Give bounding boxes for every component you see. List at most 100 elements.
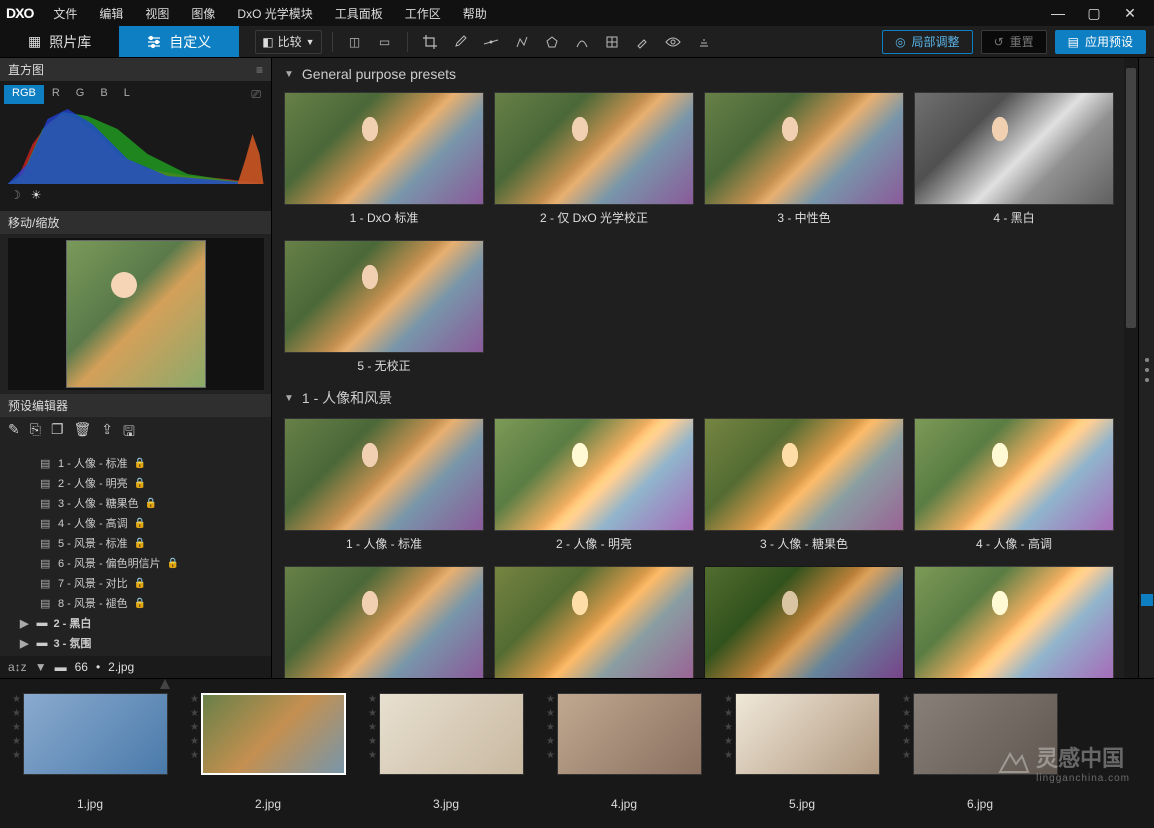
preset-thumb <box>704 92 904 205</box>
menu-image[interactable]: 图像 <box>181 1 225 26</box>
curve-icon[interactable] <box>570 31 594 53</box>
preset-item[interactable]: 6 - 风景 - 偏色明信片 <box>494 566 694 678</box>
menu-file[interactable]: 文件 <box>43 1 87 26</box>
save-icon[interactable]: 🖫 <box>123 421 135 445</box>
filter-bar: a↕z ▼ ▬ 66 • 2.jpg <box>0 656 271 678</box>
reset-button[interactable]: ↺ 重置 <box>981 30 1047 54</box>
preset-item[interactable]: 2 - 仅 DxO 光学校正 <box>494 92 694 230</box>
menu-view[interactable]: 视图 <box>135 1 179 26</box>
scrollbar[interactable] <box>1124 58 1138 678</box>
horizon-icon[interactable] <box>478 31 504 53</box>
channel-l[interactable]: L <box>116 85 138 104</box>
preset-item[interactable]: 5 - 无校正 <box>284 240 484 378</box>
polyline-icon[interactable] <box>510 31 534 53</box>
menu-workspace[interactable]: 工作区 <box>395 1 451 26</box>
tree-item[interactable]: ▤2 - 人像 - 明亮🔒 <box>0 473 271 493</box>
scrollbar-thumb[interactable] <box>1126 68 1136 328</box>
local-adjust-button[interactable]: ◎ 局部调整 <box>882 30 973 54</box>
panel-menu-icon[interactable]: ≡ <box>256 63 263 77</box>
rating-stars[interactable]: ★★★★★ <box>368 693 377 763</box>
channel-g[interactable]: G <box>68 85 93 104</box>
mask-icon[interactable] <box>600 31 624 53</box>
menu-toolpanel[interactable]: 工具面板 <box>325 1 393 26</box>
menu-help[interactable]: 帮助 <box>453 1 497 26</box>
preset-label: 2 - 仅 DxO 光学校正 <box>540 205 648 230</box>
film-item[interactable]: ★★★★★ 4.jpg <box>544 693 704 822</box>
preset-item[interactable]: 2 - 人像 - 明亮 <box>494 418 694 556</box>
single-view-icon[interactable]: ▭ <box>373 31 397 53</box>
current-file: 2.jpg <box>108 660 134 674</box>
tree-item[interactable]: ▤7 - 风景 - 对比🔒 <box>0 573 271 593</box>
apply-preset-button[interactable]: ▤ 应用预设 <box>1055 30 1146 54</box>
highlight-clip-icon[interactable]: ☀ <box>31 188 42 202</box>
rail-handle[interactable] <box>1141 594 1153 606</box>
rating-stars[interactable]: ★★★★★ <box>902 693 911 763</box>
eyedropper-icon[interactable] <box>448 31 472 53</box>
rating-stars[interactable]: ★★★★★ <box>546 693 555 763</box>
copy-icon[interactable]: ❐ <box>51 421 64 445</box>
exposure-icon[interactable] <box>692 31 716 53</box>
section-header-general[interactable]: ▼ General purpose presets <box>272 62 1138 86</box>
preset-item[interactable]: 7 - 风景 - 对比 <box>704 566 904 678</box>
preset-item[interactable]: 4 - 黑白 <box>914 92 1114 230</box>
shadow-clip-icon[interactable]: ☽ <box>10 188 21 202</box>
pentagon-icon[interactable] <box>540 31 564 53</box>
channel-rgb[interactable]: RGB <box>4 85 44 104</box>
sort-icon[interactable]: a↕z <box>8 660 27 674</box>
film-item[interactable]: ★★★★★ 3.jpg <box>366 693 526 822</box>
histogram-header[interactable]: 直方图 ≡ <box>0 58 271 81</box>
navigator-thumbnail[interactable] <box>66 240 206 388</box>
tree-item[interactable]: ▤6 - 风景 - 偏色明信片🔒 <box>0 553 271 573</box>
import-icon[interactable]: ⎘ <box>30 421 41 445</box>
dual-view-icon[interactable]: ◫ <box>343 31 367 53</box>
tree-item[interactable]: ▤5 - 风景 - 标准🔒 <box>0 533 271 553</box>
delete-icon[interactable]: 🗑 <box>74 421 92 445</box>
rating-stars[interactable]: ★★★★★ <box>12 693 21 763</box>
monitor-icon[interactable]: ⎚ <box>245 85 267 104</box>
undo-icon: ↺ <box>994 35 1004 49</box>
preset-item[interactable]: 8 - 风景 - 褪色 <box>914 566 1114 678</box>
new-preset-icon[interactable]: ✎ <box>8 421 20 445</box>
section-header-portrait[interactable]: ▼ 1 - 人像和风景 <box>272 384 1138 412</box>
tree-item[interactable]: ▤1 - 人像 - 标准🔒 <box>0 453 271 473</box>
preset-item[interactable]: 5 - 风景 - 标准 <box>284 566 484 678</box>
brush-icon[interactable] <box>630 31 654 53</box>
compare-button[interactable]: ◧ 比较 ▼ <box>255 30 321 54</box>
navigator-header[interactable]: 移动/缩放 <box>0 211 271 234</box>
filter-icon[interactable]: ▼ <box>35 660 47 674</box>
tree-item[interactable]: ▤3 - 人像 - 糖果色🔒 <box>0 493 271 513</box>
rating-stars[interactable]: ★★★★★ <box>190 693 199 763</box>
film-item[interactable]: ★★★★★ 6.jpg <box>900 693 1060 822</box>
menu-optics[interactable]: DxO 光学模块 <box>227 1 322 26</box>
minimize-button[interactable]: — <box>1046 5 1070 22</box>
channel-r[interactable]: R <box>44 85 68 104</box>
maximize-button[interactable]: ▢ <box>1082 5 1106 22</box>
preset-editor-header[interactable]: 预设编辑器 <box>0 394 271 417</box>
crop-icon[interactable] <box>418 31 442 53</box>
preset-item[interactable]: 1 - DxO 标准 <box>284 92 484 230</box>
preset-item[interactable]: 1 - 人像 - 标准 <box>284 418 484 556</box>
export-icon[interactable]: ⇪ <box>101 421 113 445</box>
tree-folder[interactable]: ▶▬2 - 黑白 <box>0 613 271 633</box>
film-item-selected[interactable]: ★★★★★ 2.jpg <box>188 693 348 822</box>
preset-item[interactable]: 3 - 人像 - 糖果色 <box>704 418 904 556</box>
tree-item[interactable]: ▤8 - 风景 - 褪色🔒 <box>0 593 271 613</box>
menu-edit[interactable]: 编辑 <box>89 1 133 26</box>
section-title: 1 - 人像和风景 <box>302 388 392 408</box>
arrow-icon: ▶ <box>20 637 28 650</box>
preset-item[interactable]: 4 - 人像 - 高调 <box>914 418 1114 556</box>
film-item[interactable]: ★★★★★ 5.jpg <box>722 693 882 822</box>
film-item[interactable]: ★★★★★ 1.jpg <box>10 693 170 822</box>
channel-b[interactable]: B <box>92 85 115 104</box>
mode-library[interactable]: ▦ 照片库 <box>0 26 119 57</box>
eye-icon[interactable] <box>660 31 686 53</box>
preset-item[interactable]: 3 - 中性色 <box>704 92 904 230</box>
lock-icon: 🔒 <box>134 538 146 549</box>
rating-stars[interactable]: ★★★★★ <box>724 693 733 763</box>
lock-icon: 🔒 <box>167 558 179 569</box>
close-button[interactable]: ✕ <box>1118 5 1142 22</box>
tree-item[interactable]: ▤4 - 人像 - 高调🔒 <box>0 513 271 533</box>
mode-customize[interactable]: 自定义 <box>119 26 239 57</box>
tree-folder[interactable]: ▶▬3 - 氛围 <box>0 633 271 653</box>
preset-editor-title: 预设编辑器 <box>8 397 68 414</box>
